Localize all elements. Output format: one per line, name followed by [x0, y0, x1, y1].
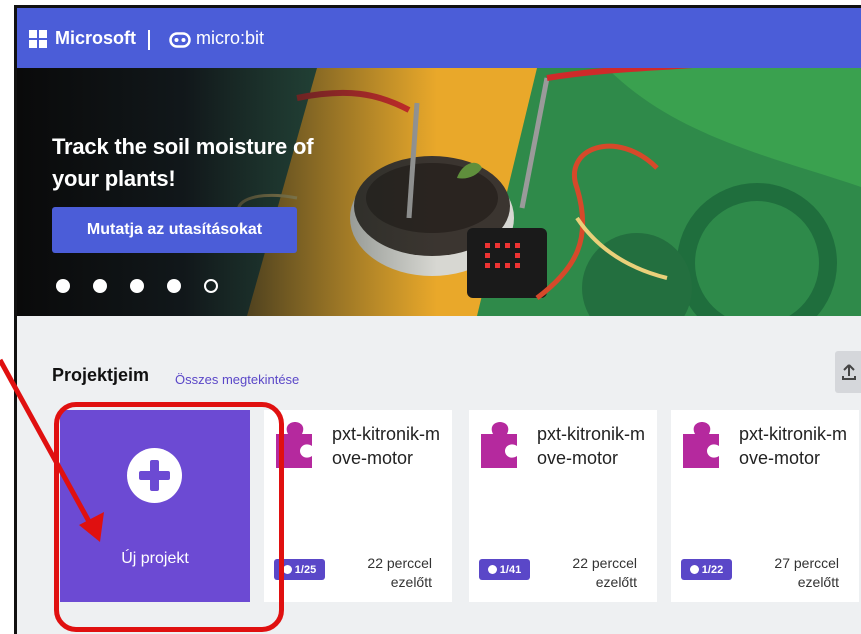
version-badge: 1/41	[479, 559, 530, 580]
hero-title: Track the soil moisture of your plants!	[52, 134, 314, 191]
project-name: pxt-kitronik-move-motor	[332, 424, 441, 468]
top-bar: Microsoft micro:bit	[17, 8, 861, 68]
project-card[interactable]: pxt-kitronik-move-motor 1/22 27 perccel …	[671, 410, 859, 602]
project-name: pxt-kitronik-move-motor	[739, 424, 848, 468]
brand-divider	[148, 30, 150, 50]
last-modified: 27 perccel ezelőtt	[774, 555, 839, 590]
last-modified: 22 perccel ezelőtt	[572, 555, 637, 590]
microbit-icon	[169, 32, 191, 48]
carousel-dot[interactable]	[130, 279, 144, 293]
highlight-annotation	[54, 402, 284, 632]
carousel-dot[interactable]	[167, 279, 181, 293]
hero-carousel: Track the soil moisture of your plants! …	[17, 68, 861, 316]
project-name: pxt-kitronik-move-motor	[537, 424, 646, 468]
my-projects-heading: Projektjeim	[52, 365, 150, 385]
upload-icon	[842, 364, 856, 380]
project-card[interactable]: pxt-kitronik-move-motor 1/25 22 perccel …	[264, 410, 452, 602]
puzzle-icon	[481, 422, 517, 468]
carousel-dot[interactable]	[93, 279, 107, 293]
show-instructions-button[interactable]: Mutatja az utasításokat	[52, 207, 297, 253]
puzzle-icon	[683, 422, 719, 468]
microsoft-brand[interactable]: Microsoft	[55, 28, 136, 49]
carousel-indicators	[56, 279, 218, 293]
view-all-link[interactable]: Összes megtekintése	[175, 372, 299, 387]
app-frame: Microsoft micro:bit Track the soil moist…	[14, 5, 861, 634]
microsoft-logo-icon	[29, 30, 47, 48]
project-card[interactable]: pxt-kitronik-move-motor 1/41 22 perccel …	[469, 410, 657, 602]
carousel-dot-active[interactable]	[204, 279, 218, 293]
last-modified: 22 perccel ezelőtt	[367, 555, 432, 590]
microbit-brand[interactable]: micro:bit	[196, 28, 264, 49]
version-badge: 1/22	[681, 559, 732, 580]
import-button[interactable]	[835, 351, 861, 393]
carousel-dot[interactable]	[56, 279, 70, 293]
